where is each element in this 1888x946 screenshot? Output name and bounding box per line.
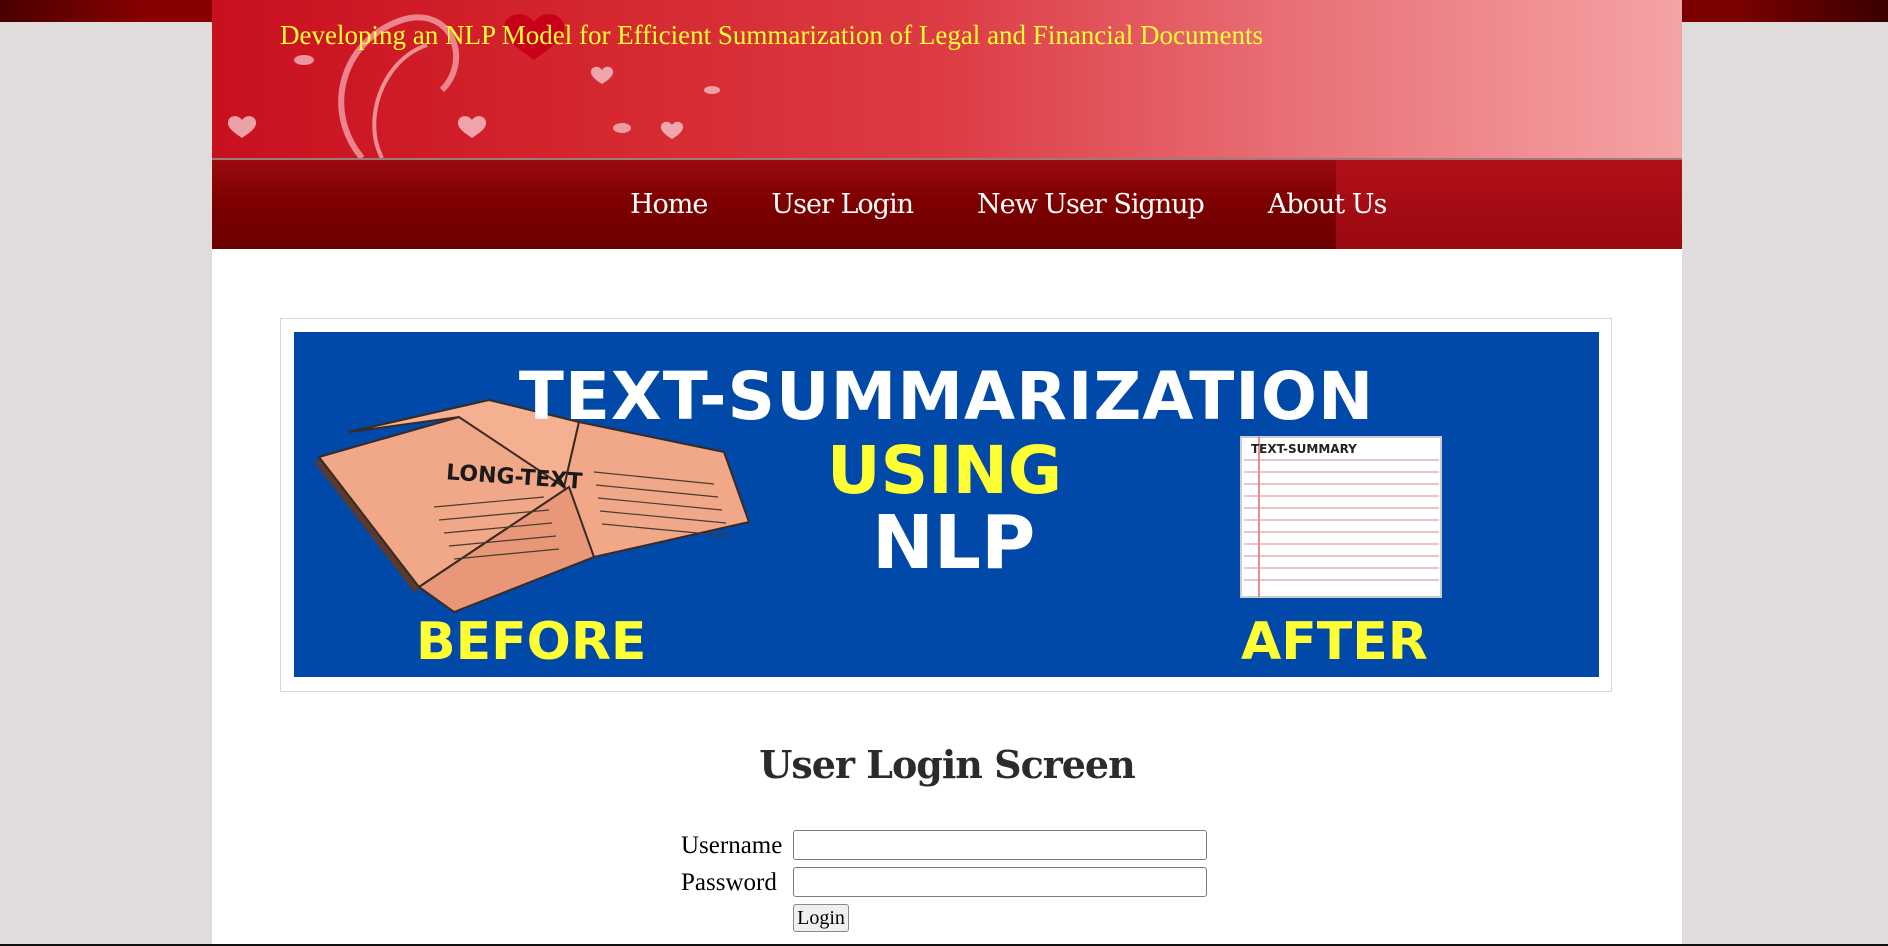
banner-frame: TEXT-SUMMARIZATION USING NLP LONG-TEXT T…	[280, 318, 1612, 692]
banner-text-summary-label: TEXT-SUMMARY	[1251, 442, 1357, 456]
nav-item-new-user-signup[interactable]: New User Signup	[945, 189, 1236, 220]
site-title: Developing an NLP Model for Efficient Su…	[280, 20, 1263, 50]
banner-nlp: NLP	[872, 500, 1036, 586]
nav-item-about-us[interactable]: About Us	[1236, 189, 1418, 220]
password-label: Password	[681, 869, 777, 896]
banner-before: BEFORE	[416, 612, 647, 672]
banner-after: AFTER	[1241, 612, 1428, 672]
main-nav: Home User Login New User Signup About Us	[212, 160, 1682, 249]
username-label: Username	[681, 832, 783, 859]
password-input[interactable]	[793, 867, 1207, 897]
summary-paper-icon	[1240, 436, 1442, 598]
page-container: Developing an NLP Model for Efficient Su…	[212, 0, 1682, 946]
nav-item-home[interactable]: Home	[598, 189, 739, 220]
login-button[interactable]: Login	[793, 904, 849, 932]
site-header: Developing an NLP Model for Efficient Su…	[212, 0, 1682, 160]
login-heading: User Login Screen	[759, 742, 1135, 787]
username-input[interactable]	[793, 830, 1207, 860]
nav-item-user-login[interactable]: User Login	[739, 189, 945, 220]
banner-title: TEXT-SUMMARIZATION	[518, 358, 1375, 435]
nav-list: Home User Login New User Signup About Us	[598, 160, 1418, 249]
banner-using: USING	[827, 432, 1063, 509]
banner-image: TEXT-SUMMARIZATION USING NLP LONG-TEXT T…	[294, 332, 1599, 677]
